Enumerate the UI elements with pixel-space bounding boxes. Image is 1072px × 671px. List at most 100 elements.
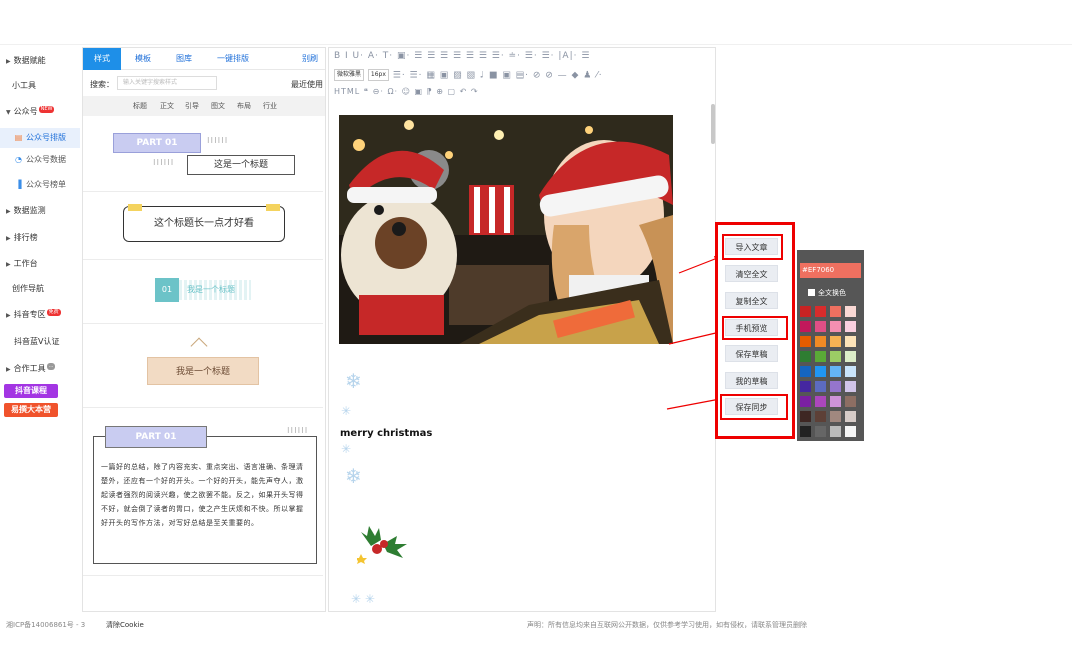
promo-yizhuan-camp[interactable]: 易撰大本营 — [4, 403, 58, 417]
font-select[interactable]: 微软雅黑 — [334, 69, 365, 81]
style-library-panel: 样式 模板 图库 一键排版 别刷 搜索： 输入关键字搜索样式 最近使用 标题 正… — [82, 47, 326, 612]
size-select[interactable]: 16px — [367, 69, 389, 81]
sidebar-item-creation-nav[interactable]: 创作导航 — [0, 283, 80, 295]
color-palette: #EF7060 全文换色 — [797, 250, 864, 441]
color-swatch[interactable] — [830, 351, 841, 362]
color-swatch[interactable] — [800, 366, 811, 377]
icp-link[interactable]: 湘ICP备14006861号 - 3 — [6, 620, 85, 630]
color-swatch[interactable] — [845, 306, 856, 317]
clear-cookie-link[interactable]: 清除Cookie — [106, 620, 144, 630]
toolbar-row-tools[interactable]: HTML ❝ ⊖· Ω· ☺ ▣ ⁋ ⊕ ▢ ↶ ↷ — [334, 87, 479, 96]
color-swatch[interactable] — [800, 351, 811, 362]
editor-scrollbar[interactable] — [711, 104, 715, 144]
sidebar-item-douyin-v[interactable]: 抖音蓝V认证 — [0, 336, 80, 348]
sidebar-item-tools[interactable]: 小工具 — [0, 80, 80, 92]
color-swatch[interactable] — [800, 426, 811, 437]
checkbox[interactable] — [808, 289, 815, 296]
toolbar-row-format[interactable]: B I U· A· T· ▣· ☰ ☰ ☰ ☰ ☰ ☰ ☰· ≐· ☰· ☰· … — [334, 51, 590, 61]
category-layout[interactable]: 布局 — [237, 101, 251, 111]
color-swatch[interactable] — [815, 411, 826, 422]
category-title[interactable]: 标题 — [133, 101, 147, 111]
color-swatch[interactable] — [800, 411, 811, 422]
save-draft-button[interactable]: 保存草稿 — [725, 345, 778, 362]
color-swatch[interactable] — [800, 381, 811, 392]
tab-gallery[interactable]: 图库 — [176, 48, 192, 70]
color-swatch[interactable] — [815, 336, 826, 347]
color-swatch[interactable] — [830, 396, 841, 407]
category-image-text[interactable]: 图文 — [211, 101, 225, 111]
snowflake-icon: ✳ ✳ — [351, 592, 375, 606]
my-drafts-button[interactable]: 我的草稿 — [725, 372, 778, 389]
color-swatch[interactable] — [800, 306, 811, 317]
color-swatch[interactable] — [845, 426, 856, 437]
template-card[interactable]: 这个标题长一点才好看 — [83, 192, 323, 260]
category-guide[interactable]: 引导 — [185, 101, 199, 111]
color-swatch[interactable] — [800, 396, 811, 407]
sidebar-item-gzh-data[interactable]: ◔ 公众号数据 — [0, 154, 80, 166]
template-list: PART 01 ⁝⁝⁝⁝⁝⁝ ⁝⁝⁝⁝⁝⁝ 这是一个标题 这个标题长一点才好看 … — [83, 116, 323, 611]
full-text-color-toggle[interactable]: 全文换色 — [808, 288, 846, 298]
hex-color-input[interactable]: #EF7060 — [800, 263, 861, 278]
sidebar-item-gzh-layout[interactable]: ▤ 公众号排版 — [0, 128, 80, 148]
color-swatch[interactable] — [830, 321, 841, 332]
library-tabs: 样式 模板 图库 一键排版 别刷 — [83, 48, 325, 70]
template-title: 我是一个标题 — [179, 280, 251, 300]
clear-all-button[interactable]: 清空全文 — [725, 265, 778, 282]
library-scrollbar[interactable] — [325, 116, 326, 266]
color-swatch[interactable] — [800, 336, 811, 347]
tab-refresh[interactable]: 别刷 — [302, 48, 318, 70]
dots-decoration: ⁝⁝⁝⁝⁝⁝ — [287, 426, 309, 435]
clock-icon: ◔ — [15, 155, 22, 164]
sidebar: ▶ 数据赋能 小工具 ▼ 公众号 NEW ▤ 公众号排版 ◔ 公众号数据 ▐ 公众号榜单 ▶… — [0, 46, 80, 611]
search-input[interactable]: 输入关键字搜索样式 — [117, 76, 217, 90]
sidebar-item-gzh[interactable]: ▼ 公众号 NEW — [0, 106, 80, 119]
color-swatch[interactable] — [830, 306, 841, 317]
color-swatch[interactable] — [815, 381, 826, 392]
editor-content[interactable]: ❄ ✳ merry christmas ✳ ❄ ✳ ✳ — [329, 104, 713, 611]
sidebar-item-douyin[interactable]: ▶ 抖音专区 免费 — [0, 309, 80, 322]
new-badge: NEW — [38, 106, 55, 113]
tab-styles[interactable]: 样式 — [83, 48, 121, 70]
template-card[interactable]: PART 01 ⁝⁝⁝⁝⁝⁝ ⁝⁝⁝⁝⁝⁝ 这是一个标题 — [83, 116, 323, 192]
color-swatch[interactable] — [845, 366, 856, 377]
tab-one-click-layout[interactable]: 一键排版 — [217, 48, 249, 70]
part-label: PART 01 — [105, 426, 207, 448]
dots-decoration: ⁝⁝⁝⁝⁝⁝ — [207, 136, 229, 145]
color-swatch[interactable] — [830, 426, 841, 437]
tab-templates[interactable]: 模板 — [135, 48, 151, 70]
sidebar-item-monitor[interactable]: ▶ 数据监测 — [0, 205, 80, 218]
sidebar-item-ranking[interactable]: ▶ 排行榜 — [0, 232, 80, 245]
color-swatch[interactable] — [815, 321, 826, 332]
color-swatch[interactable] — [845, 396, 856, 407]
color-swatch[interactable] — [830, 336, 841, 347]
color-swatch[interactable] — [800, 321, 811, 332]
sidebar-item-coop-tools[interactable]: ▶ 合作工具... — [0, 363, 80, 376]
recent-used-link[interactable]: 最近使用 — [291, 79, 323, 90]
toolbar-row-insert[interactable]: 微软雅黑 16px ☰· ☰· ▦ ▣ ▨ ▧ ♩ ■ ▣ ▤· ⊘ ⊘ — ◆… — [334, 69, 603, 81]
color-swatch[interactable] — [815, 351, 826, 362]
color-swatch[interactable] — [845, 351, 856, 362]
template-card[interactable]: PART 01 ⁝⁝⁝⁝⁝⁝ 一篇好的总结，除了内容充实、重点突出、语言准确、条… — [83, 408, 323, 576]
sidebar-item-data-empower[interactable]: ▶ 数据赋能 — [0, 55, 80, 68]
color-swatch[interactable] — [815, 426, 826, 437]
color-swatch[interactable] — [815, 396, 826, 407]
template-card[interactable]: 01 我是一个标题 — [83, 260, 323, 324]
color-swatch[interactable] — [845, 381, 856, 392]
color-swatch[interactable] — [845, 321, 856, 332]
color-swatch[interactable] — [830, 381, 841, 392]
sidebar-item-workbench[interactable]: ▶ 工作台 — [0, 258, 80, 271]
action-panel: 导入文章 清空全文 复制全文 手机预览 保存草稿 我的草稿 保存同步 — [715, 222, 795, 439]
template-card[interactable]: 我是一个标题 — [83, 324, 323, 408]
sidebar-item-gzh-rank[interactable]: ▐ 公众号榜单 — [0, 179, 80, 191]
promo-douyin-course[interactable]: 抖音课程 — [4, 384, 58, 398]
color-swatch[interactable] — [815, 366, 826, 377]
color-swatch[interactable] — [845, 336, 856, 347]
copy-all-button[interactable]: 复制全文 — [725, 292, 778, 309]
category-industry[interactable]: 行业 — [263, 101, 277, 111]
color-swatch[interactable] — [830, 366, 841, 377]
color-swatch[interactable] — [845, 411, 856, 422]
snowflake-icon: ✳ — [341, 404, 352, 418]
color-swatch[interactable] — [815, 306, 826, 317]
color-swatch[interactable] — [830, 411, 841, 422]
category-body[interactable]: 正文 — [160, 101, 174, 111]
